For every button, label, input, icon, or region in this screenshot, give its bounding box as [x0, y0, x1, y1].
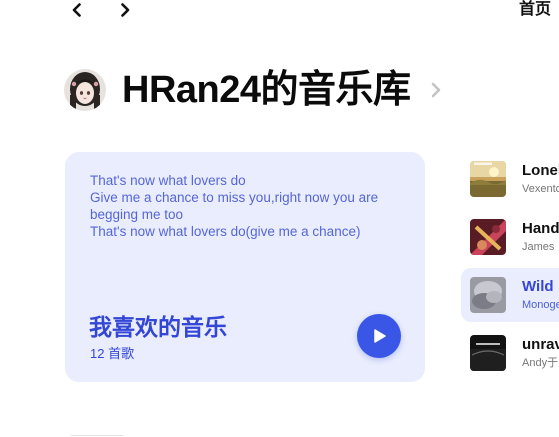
page-title: HRan24的音乐库 — [122, 69, 411, 111]
chevron-left-icon — [72, 3, 81, 17]
play-icon — [374, 329, 386, 343]
chevron-right-icon — [121, 3, 130, 17]
track-item[interactable]: Lonely Vexento — [461, 152, 559, 206]
album-cover — [470, 219, 506, 255]
nav-home-link[interactable]: 首页 — [519, 0, 551, 20]
forward-button[interactable] — [115, 0, 135, 20]
lyric-line: Give me a chance to miss you,right now y… — [90, 190, 379, 222]
album-cover — [470, 277, 506, 313]
track-name: Hands — [522, 220, 559, 237]
track-name: Lonely — [522, 162, 559, 179]
liked-songs-card[interactable]: That's now what lovers do Give me a chan… — [65, 152, 425, 382]
back-button[interactable] — [67, 0, 87, 20]
library-expand-button[interactable] — [429, 80, 443, 100]
track-name: unravel — [522, 336, 559, 353]
song-count: 12 首歌 — [90, 346, 135, 361]
track-list: Lonely Vexento Hands James Wild Monog — [461, 152, 559, 392]
lyrics-preview: That's now what lovers do Give me a chan… — [90, 172, 390, 240]
lyric-line: That's now what lovers do — [90, 173, 246, 188]
play-button[interactable] — [357, 314, 401, 358]
track-artist: Andy于 — [522, 357, 559, 369]
section-divider — [71, 435, 123, 436]
track-artist: Vexento — [522, 183, 559, 195]
album-cover — [470, 335, 506, 371]
lyric-line: That's now what lovers do(give me a chan… — [90, 224, 361, 239]
track-item[interactable]: unravel Andy于 — [461, 326, 559, 380]
track-item[interactable]: Hands James — [461, 210, 559, 264]
library-header: HRan24的音乐库 — [64, 66, 443, 114]
avatar-image — [64, 69, 106, 111]
track-artist: James — [522, 241, 555, 253]
liked-songs-title: 我喜欢的音乐 — [89, 314, 227, 340]
chevron-right-icon — [431, 82, 440, 98]
album-cover — [470, 161, 506, 197]
user-avatar[interactable] — [64, 69, 106, 111]
track-name: Wild — [522, 278, 554, 295]
track-item-active[interactable]: Wild Monoge — [461, 268, 559, 322]
track-artist: Monoge — [522, 299, 559, 311]
